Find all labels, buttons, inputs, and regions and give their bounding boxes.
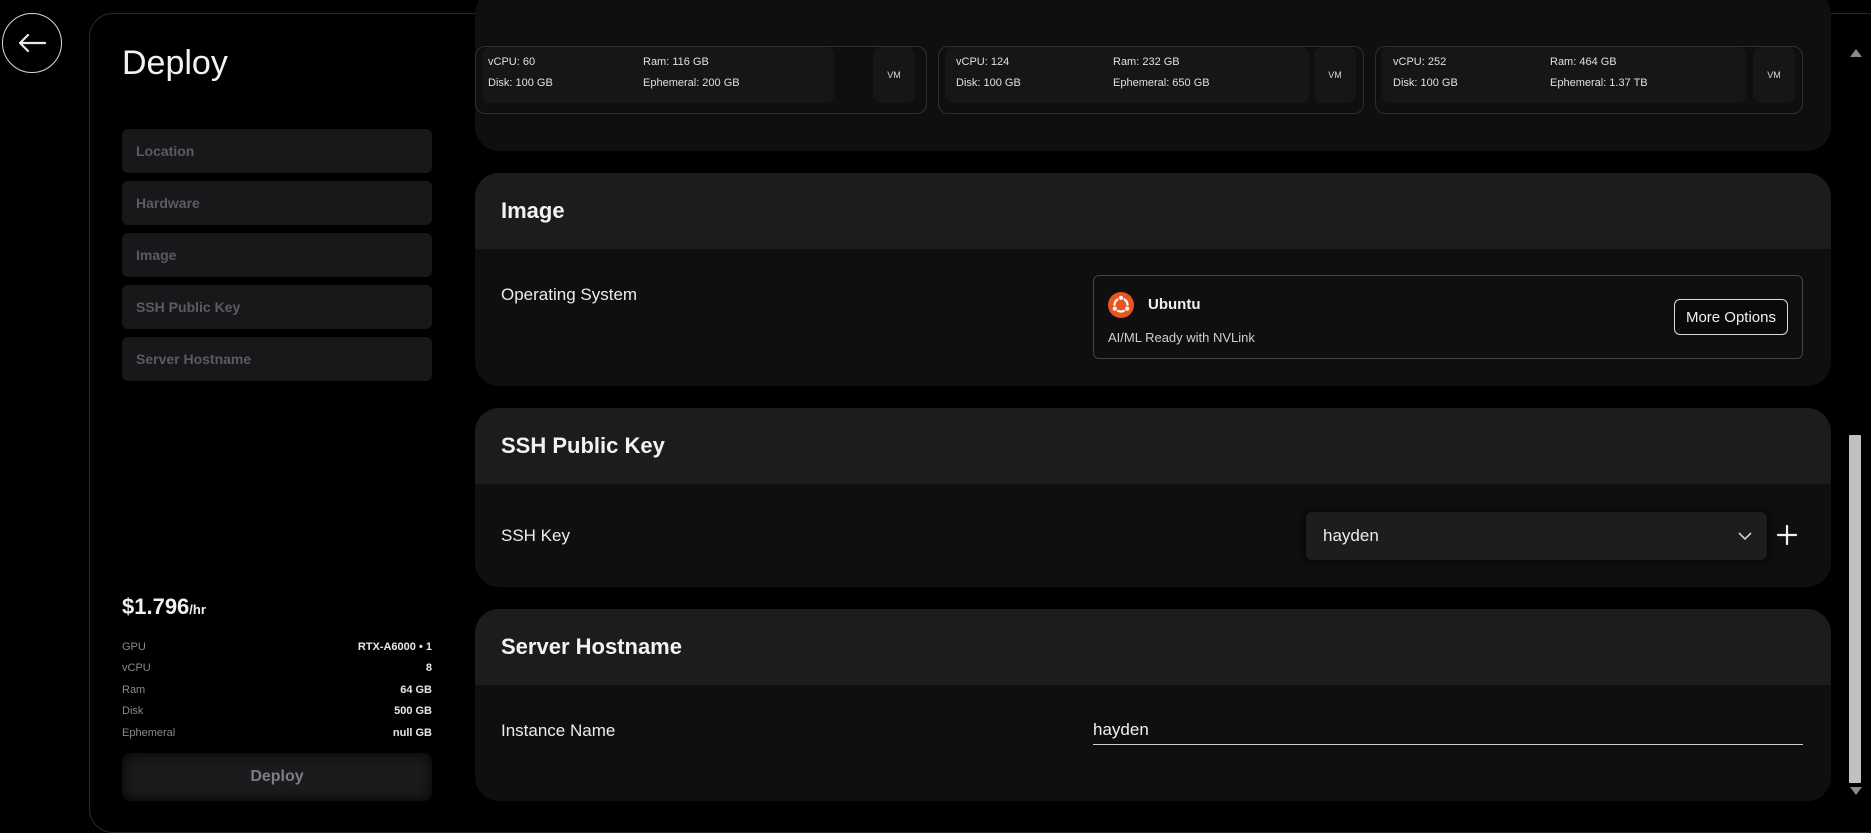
back-button[interactable] — [2, 13, 62, 73]
step-image[interactable]: Image — [122, 233, 432, 277]
image-heading: Image — [475, 173, 1831, 249]
arrow-left-icon — [18, 33, 47, 53]
step-nav: Location Hardware Image SSH Public Key S… — [122, 129, 432, 389]
price-per-hour: $1.796/hr — [122, 594, 206, 620]
spec-row-gpu: GPU RTX-A6000 • 1 — [122, 636, 432, 658]
price-unit: /hr — [189, 602, 206, 617]
hardware-option[interactable]: vCPU: 252 Disk: 100 GB Ram: 464 GB Ephem… — [1375, 46, 1803, 114]
disk-value: Disk: 100 GB — [956, 77, 1021, 89]
scroll-down-arrow-icon[interactable] — [1850, 787, 1862, 795]
ephemeral-value: Ephemeral: 1.37 TB — [1550, 77, 1648, 89]
spec-value: 64 GB — [400, 683, 432, 696]
spec-value: 500 GB — [394, 705, 432, 718]
summary-specs: GPU RTX-A6000 • 1 vCPU 8 Ram 64 GB Disk … — [122, 636, 432, 744]
spec-label: Ram — [122, 683, 146, 696]
vm-badge: VM — [873, 47, 915, 103]
spec-row-ram: Ram 64 GB — [122, 679, 432, 701]
scrollbar[interactable] — [1846, 45, 1864, 803]
ssh-heading: SSH Public Key — [475, 408, 1831, 484]
more-options-button[interactable]: More Options — [1673, 299, 1788, 335]
vm-badge: VM — [1753, 47, 1795, 103]
scroll-thumb[interactable] — [1849, 435, 1861, 783]
hardware-section: vCPU: 60 Disk: 100 GB Ram: 116 GB Epheme… — [475, 0, 1831, 151]
spec-value: null GB — [392, 726, 432, 739]
page-title: Deploy — [122, 44, 228, 82]
disk-value: Disk: 100 GB — [488, 77, 553, 89]
vcpu-value: vCPU: 60 — [488, 56, 536, 68]
os-description: AI/ML Ready with NVLink — [1108, 330, 1255, 345]
plus-icon[interactable] — [1775, 523, 1799, 547]
spec-value: 8 — [425, 662, 432, 675]
hostname-heading: Server Hostname — [475, 609, 1831, 685]
ephemeral-value: Ephemeral: 200 GB — [643, 77, 740, 89]
hardware-option[interactable]: vCPU: 60 Disk: 100 GB Ram: 116 GB Epheme… — [475, 46, 927, 114]
spec-label: Ephemeral — [122, 726, 176, 739]
deploy-button[interactable]: Deploy — [122, 753, 432, 801]
ubuntu-logo-icon — [1108, 292, 1134, 318]
chevron-down-icon — [1738, 532, 1752, 541]
ssh-section: SSH Public Key SSH Key hayden — [475, 408, 1831, 587]
os-name: Ubuntu — [1148, 296, 1201, 313]
hardware-option[interactable]: vCPU: 124 Disk: 100 GB Ram: 232 GB Ephem… — [938, 46, 1364, 114]
step-server-hostname[interactable]: Server Hostname — [122, 337, 432, 381]
instance-name-input[interactable] — [1093, 716, 1803, 745]
instance-name-label: Instance Name — [501, 721, 616, 740]
spec-label: Disk — [122, 705, 144, 718]
ram-value: Ram: 232 GB — [1113, 56, 1180, 68]
price-amount: $1.796 — [122, 594, 190, 619]
step-ssh-public-key[interactable]: SSH Public Key — [122, 285, 432, 329]
hostname-section: Server Hostname Instance Name — [475, 609, 1831, 801]
hardware-specs: vCPU: 60 Disk: 100 GB Ram: 116 GB Epheme… — [482, 47, 834, 103]
spec-label: GPU — [122, 640, 146, 653]
ram-value: Ram: 116 GB — [643, 56, 709, 68]
vm-badge: VM — [1314, 47, 1356, 103]
spec-row-ephemeral: Ephemeral null GB — [122, 722, 432, 744]
vcpu-value: vCPU: 252 — [1393, 56, 1447, 68]
hardware-specs: vCPU: 124 Disk: 100 GB Ram: 232 GB Ephem… — [945, 47, 1309, 103]
step-hardware[interactable]: Hardware — [122, 181, 432, 225]
image-section: Image Operating System Ubuntu AI/ML Read… — [475, 173, 1831, 386]
ssh-key-label: SSH Key — [501, 526, 570, 545]
spec-label: vCPU — [122, 662, 151, 675]
spec-row-disk: Disk 500 GB — [122, 701, 432, 723]
hardware-specs: vCPU: 252 Disk: 100 GB Ram: 464 GB Ephem… — [1382, 47, 1746, 103]
spec-row-vcpu: vCPU 8 — [122, 658, 432, 680]
os-label: Operating System — [501, 285, 638, 304]
step-location[interactable]: Location — [122, 129, 432, 173]
scroll-up-arrow-icon[interactable] — [1850, 49, 1862, 57]
vcpu-value: vCPU: 124 — [956, 56, 1010, 68]
ssh-key-selected: hayden — [1323, 526, 1379, 545]
ephemeral-value: Ephemeral: 650 GB — [1113, 77, 1210, 89]
disk-value: Disk: 100 GB — [1393, 77, 1458, 89]
ram-value: Ram: 464 GB — [1550, 56, 1617, 68]
os-selector[interactable]: Ubuntu AI/ML Ready with NVLink More Opti… — [1093, 275, 1803, 359]
spec-value: RTX-A6000 • 1 — [357, 640, 432, 653]
ssh-key-select[interactable]: hayden — [1306, 512, 1767, 560]
